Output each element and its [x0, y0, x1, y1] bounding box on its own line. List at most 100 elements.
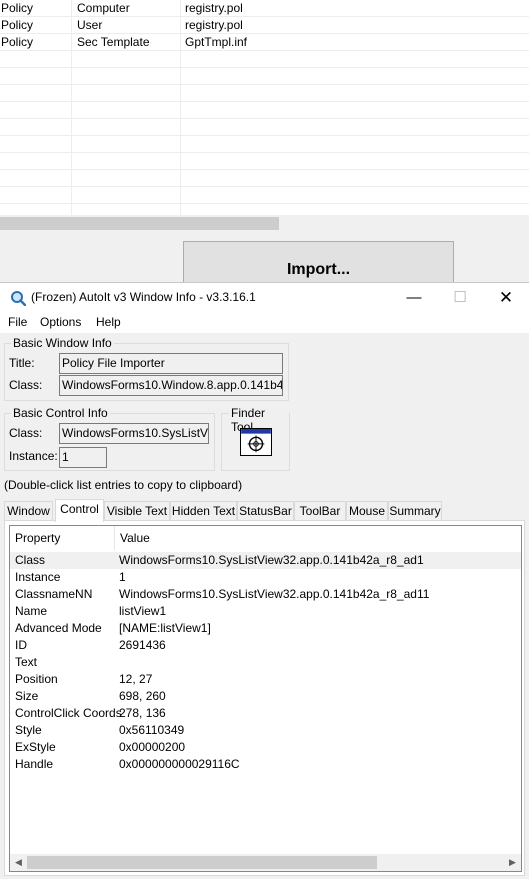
property-name: Style [15, 723, 42, 737]
property-name: Advanced Mode [15, 621, 102, 635]
property-value: 0x000000000029116C [119, 757, 240, 771]
scroll-left-icon[interactable]: ◀ [10, 856, 27, 869]
horizontal-scrollbar[interactable]: ◀ ▶ [10, 854, 521, 871]
column-header-property[interactable]: Property [10, 526, 60, 550]
property-value: 12, 27 [119, 672, 153, 686]
property-name: ExStyle [15, 740, 56, 754]
table-row[interactable]: ClassnameNN WindowsForms10.SysListView32.… [10, 586, 521, 603]
horizontal-scrollbar[interactable] [0, 215, 529, 232]
table-row[interactable]: Size 698, 260 [10, 688, 521, 705]
cell-type: Policy [1, 35, 34, 49]
property-name: Class [15, 553, 46, 567]
title-field[interactable]: Policy File Importer [59, 353, 283, 374]
table-row[interactable]: ExStyle 0x00000200 [10, 739, 521, 756]
table-row[interactable]: Handle 0x000000000029116C [10, 756, 521, 773]
empty-row [0, 102, 529, 119]
empty-row [0, 119, 529, 136]
scrollbar-thumb[interactable] [0, 217, 279, 230]
empty-row [0, 187, 529, 204]
title-bar[interactable]: (Frozen) AutoIt v3 Window Info - v3.3.16… [0, 283, 529, 312]
scrollbar-thumb[interactable] [27, 856, 377, 869]
cell-scope: Sec Template [77, 35, 150, 49]
property-name: ControlClick Coords [15, 706, 122, 720]
title-label: Title: [9, 356, 35, 370]
scroll-right-icon[interactable]: ▶ [504, 856, 521, 869]
group-label: Basic Window Info [11, 336, 114, 350]
tab-summary[interactable]: Summary [388, 501, 442, 521]
table-row[interactable]: Text [10, 654, 521, 671]
window-title: (Frozen) AutoIt v3 Window Info - v3.3.16… [31, 290, 256, 304]
list-item[interactable]: Policy Sec Template GptTmpl.inf [0, 34, 529, 51]
table-row[interactable]: ControlClick Coords 278, 136 [10, 705, 521, 722]
autoit-window-info: (Frozen) AutoIt v3 Window Info - v3.3.16… [0, 282, 529, 879]
cell-type: Policy [1, 1, 34, 15]
tab-toolbar[interactable]: ToolBar [294, 501, 346, 521]
property-value: 698, 260 [119, 689, 166, 703]
tab-panel-control: Property Value Class WindowsForms10.SysLi… [4, 520, 525, 876]
cell-file: registry.pol [185, 1, 243, 15]
property-name: Name [15, 604, 48, 618]
empty-row [0, 51, 529, 68]
menu-help[interactable]: Help [96, 315, 121, 329]
tab-statusbar[interactable]: StatusBar [237, 501, 294, 521]
minimize-button[interactable]: — [391, 283, 437, 312]
tab-strip: Window Control Visible Text Hidden Text … [4, 499, 524, 522]
property-name: ID [15, 638, 27, 652]
close-button[interactable]: ✕ [483, 283, 529, 312]
empty-row [0, 153, 529, 170]
list-header: Property Value [10, 526, 521, 550]
tab-visible-text[interactable]: Visible Text [104, 501, 170, 521]
cell-scope: User [77, 18, 103, 32]
property-value: [NAME:listView1] [119, 621, 211, 635]
property-name: Instance [15, 570, 61, 584]
property-name: Handle [15, 757, 54, 771]
property-value: 0x00000200 [119, 740, 186, 754]
property-name: Size [15, 689, 39, 703]
table-row[interactable]: Instance 1 [10, 569, 521, 586]
property-value: listView1 [119, 604, 167, 618]
property-name: ClassnameNN [15, 587, 93, 601]
property-name: Position [15, 672, 58, 686]
empty-row [0, 136, 529, 153]
property-value: 278, 136 [119, 706, 166, 720]
tab-control[interactable]: Control [55, 499, 104, 522]
control-class-field[interactable]: WindowsForms10.SysListView [59, 423, 209, 444]
table-row[interactable]: Style 0x56110349 [10, 722, 521, 739]
class-field[interactable]: WindowsForms10.Window.8.app.0.141b42a_r [59, 375, 283, 396]
tab-mouse[interactable]: Mouse [346, 501, 388, 521]
table-row[interactable]: Advanced Mode [NAME:listView1] [10, 620, 521, 637]
empty-row [0, 68, 529, 85]
property-value: 2691436 [119, 638, 166, 652]
menu-options[interactable]: Options [40, 315, 81, 329]
list-item[interactable]: Policy User registry.pol [0, 17, 529, 34]
table-row[interactable]: ID 2691436 [10, 637, 521, 654]
control-class-label: Class: [9, 426, 43, 440]
group-label: Basic Control Info [11, 406, 110, 420]
property-name: Text [15, 655, 38, 669]
basic-control-info-group: Basic Control Info Class: WindowsForms10… [4, 406, 215, 471]
empty-row [0, 170, 529, 187]
empty-row [0, 85, 529, 102]
finder-tool-group: Finder Tool [221, 406, 290, 471]
property-list[interactable]: Property Value Class WindowsForms10.SysLi… [9, 525, 522, 872]
table-row[interactable]: Class WindowsForms10.SysListView32.app.0.… [10, 552, 521, 569]
instance-field[interactable]: 1 [59, 447, 107, 468]
maximize-button[interactable]: ☐ [437, 283, 483, 312]
cell-file: registry.pol [185, 18, 243, 32]
crosshair-target-icon[interactable] [240, 428, 272, 456]
list-item[interactable]: Policy Computer registry.pol [0, 0, 529, 17]
property-value: WindowsForms10.SysListView32.app.0.141b4… [119, 587, 430, 601]
instance-label: Instance: [9, 449, 58, 463]
property-value: 1 [119, 570, 126, 584]
tab-window[interactable]: Window [4, 501, 53, 521]
background-policy-list[interactable]: Policy Computer registry.pol Policy User… [0, 0, 529, 232]
menu-bar: File Options Help [0, 312, 529, 333]
hint-text: (Double-click list entries to copy to cl… [4, 478, 243, 492]
column-header-value[interactable]: Value [115, 526, 150, 550]
table-row[interactable]: Position 12, 27 [10, 671, 521, 688]
table-row[interactable]: Name listView1 [10, 603, 521, 620]
cell-scope: Computer [77, 1, 130, 15]
tab-hidden-text[interactable]: Hidden Text [170, 501, 237, 521]
menu-file[interactable]: File [8, 315, 27, 329]
import-button[interactable]: Import... [183, 241, 454, 286]
